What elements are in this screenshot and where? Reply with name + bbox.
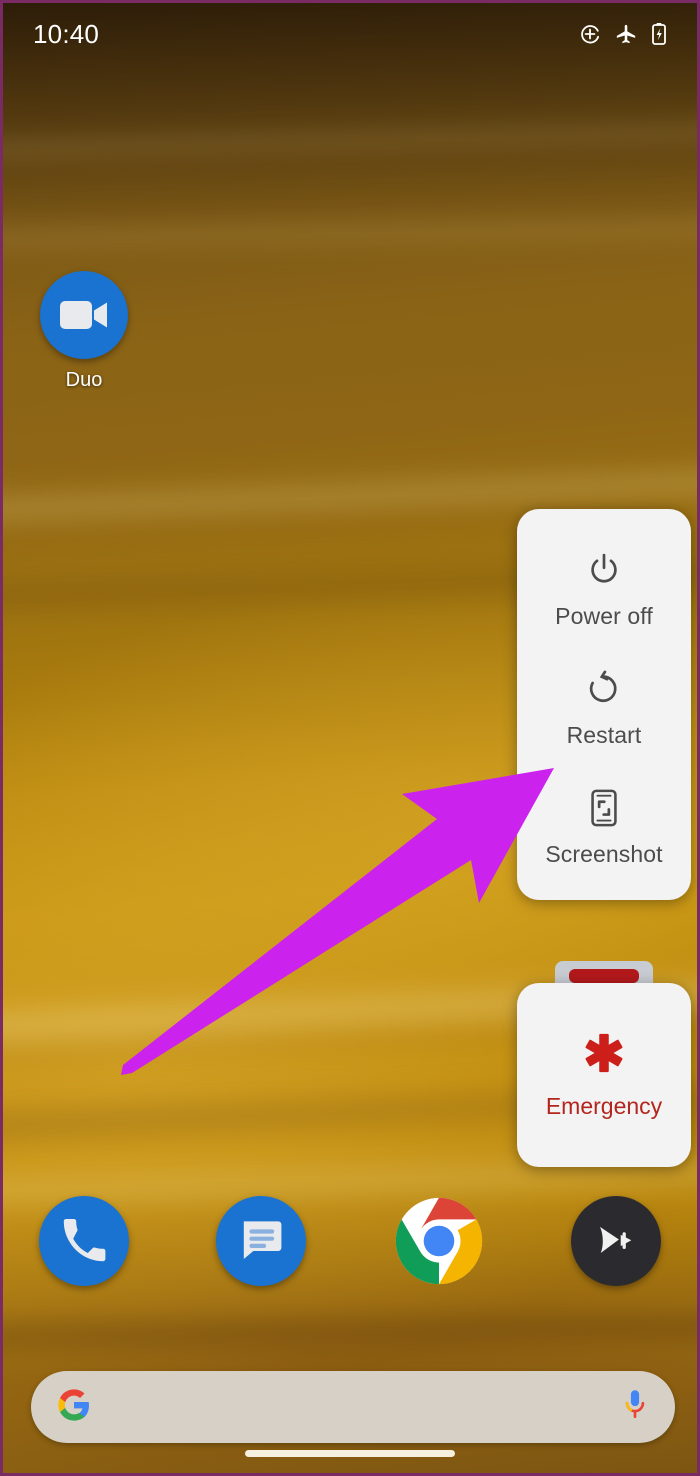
emergency-label: Emergency [545, 1093, 663, 1119]
dock-item-messages[interactable] [216, 1196, 307, 1286]
home-gesture-bar[interactable] [245, 1450, 455, 1457]
power-menu-label: Restart [566, 722, 642, 748]
google-search-bar[interactable] [31, 1371, 675, 1443]
status-icons [579, 22, 667, 46]
airplane-mode-icon [615, 23, 637, 45]
phone-screen: 10:40 Duo Power off Restart Screenshot E… [0, 0, 700, 1476]
power-menu-item-restart[interactable]: Restart [517, 644, 691, 763]
emergency-button[interactable]: Emergency [517, 983, 691, 1167]
power-menu-item-screenshot[interactable]: Screenshot [517, 763, 691, 882]
dock-item-phone[interactable] [39, 1196, 129, 1286]
dock-item-gesture[interactable] [570, 1196, 661, 1286]
duo-icon[interactable] [40, 271, 128, 359]
screenshot-icon [586, 785, 622, 831]
dock-item-chrome[interactable] [394, 1196, 484, 1286]
message-bubble-icon [244, 1221, 282, 1259]
power-menu-label: Power off [555, 603, 653, 629]
power-menu: Power off Restart Screenshot [517, 509, 691, 900]
battery-charging-icon [651, 22, 667, 46]
star-of-life-icon [582, 1030, 626, 1081]
chrome-icon [395, 1197, 482, 1285]
microphone-icon[interactable] [621, 1388, 649, 1427]
location-icon [579, 23, 601, 45]
restart-icon [585, 666, 623, 712]
home-app-label: Duo [65, 369, 103, 391]
google-g-icon [57, 1388, 91, 1427]
phone-handset-icon [63, 1219, 106, 1262]
dock [3, 1193, 697, 1289]
home-app-duo[interactable]: Duo [39, 271, 129, 392]
power-menu-label: Screenshot [545, 841, 663, 867]
status-bar: 10:40 [3, 3, 697, 65]
power-menu-item-power-off[interactable]: Power off [517, 525, 691, 644]
video-camera-icon [60, 301, 107, 329]
status-clock: 10:40 [33, 18, 100, 49]
swipe-play-icon [599, 1226, 632, 1253]
power-icon [585, 547, 623, 593]
